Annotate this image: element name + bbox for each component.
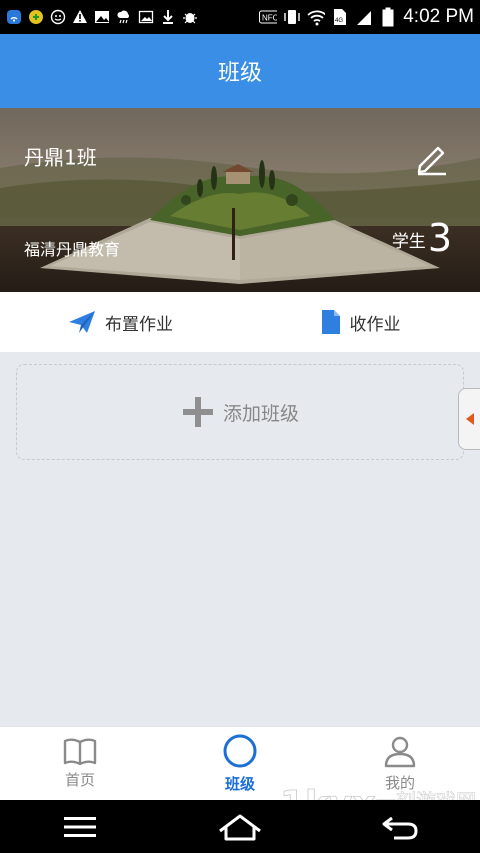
wifi-icon	[307, 8, 326, 26]
banner-image	[0, 108, 480, 292]
vibrate-icon	[283, 8, 301, 26]
signal-icon	[355, 8, 373, 26]
plus-icon	[182, 397, 213, 427]
battery-icon	[379, 7, 397, 27]
status-bar: NFC 4G 4:02 PM	[0, 0, 480, 34]
sim-icon: 4G	[331, 8, 349, 26]
tab-mine-label: 我的	[384, 774, 415, 792]
nfc-icon: NFC	[259, 8, 278, 26]
picture-icon	[138, 9, 154, 25]
app-bar: 班级	[0, 34, 480, 108]
school-name: 福清丹鼎教育	[24, 240, 121, 259]
side-drawer-handle[interactable]	[458, 388, 480, 450]
book-icon	[63, 738, 97, 765]
document-icon	[321, 310, 340, 334]
assign-homework-label: 布置作业	[105, 314, 173, 335]
collect-homework-label: 收作业	[349, 314, 401, 335]
warning-icon	[72, 9, 88, 25]
tab-classes-label: 班级	[224, 775, 255, 793]
svg-text:4G: 4G	[335, 18, 343, 24]
app-badge-icon	[28, 9, 44, 25]
tab-home-label: 首页	[64, 771, 95, 789]
assign-homework-button[interactable]: 布置作业	[0, 292, 240, 352]
back-button[interactable]	[370, 807, 430, 847]
action-row: 布置作业 收作业	[0, 292, 480, 352]
home-button[interactable]	[210, 807, 270, 847]
pencil-icon	[417, 146, 446, 176]
home-icon	[219, 814, 261, 840]
user-icon	[384, 736, 416, 768]
triangle-left-icon	[465, 413, 474, 425]
svg-text:NFC: NFC	[262, 14, 277, 23]
tab-mine[interactable]: 我的	[320, 727, 480, 800]
paper-plane-icon	[69, 311, 95, 333]
bug-icon	[182, 9, 198, 25]
page-title: 班级	[217, 61, 262, 86]
add-class-button[interactable]: 添加班级	[16, 364, 464, 460]
download-icon	[160, 9, 176, 25]
menu-button[interactable]	[50, 807, 110, 847]
circle-icon	[223, 734, 257, 768]
add-class-label: 添加班级	[222, 402, 299, 425]
bottom-nav: 首页 班级 我的	[0, 726, 480, 800]
class-card[interactable]: 丹鼎1班 福清丹鼎教育 学生 3	[0, 108, 480, 292]
status-time: 4:02 PM	[403, 6, 474, 27]
edit-class-button[interactable]	[410, 136, 454, 180]
student-label: 学生	[391, 232, 426, 252]
cloud-icon	[116, 9, 132, 25]
back-icon	[382, 816, 418, 839]
status-right-icons: NFC 4G 4:02 PM	[259, 6, 474, 28]
tab-classes[interactable]: 班级	[160, 727, 320, 800]
status-left-icons	[6, 9, 198, 25]
system-nav-bar	[0, 800, 480, 853]
image-icon	[94, 9, 110, 25]
student-count-group: 学生 3	[392, 218, 452, 258]
face-icon	[50, 9, 66, 25]
menu-icon	[64, 816, 96, 837]
wifi-calling-icon	[6, 9, 22, 25]
collect-homework-button[interactable]: 收作业	[240, 292, 480, 352]
tab-home[interactable]: 首页	[0, 727, 160, 800]
class-name: 丹鼎1班	[24, 145, 97, 170]
student-count: 3	[427, 216, 452, 260]
